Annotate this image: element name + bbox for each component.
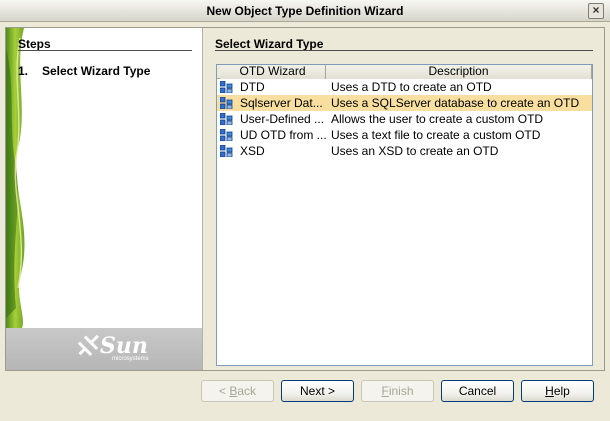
finish-mnemonic: F [381, 384, 389, 398]
table-row[interactable]: User-Defined ... Allows the user to crea… [217, 111, 592, 127]
table-header: OTD Wizard Description [217, 65, 592, 79]
wizard-name: DTD [240, 80, 265, 94]
step-label: Select Wizard Type [42, 64, 151, 78]
back-prefix: < [218, 384, 230, 398]
column-header-description[interactable]: Description [326, 65, 592, 79]
wizard-name: UD OTD from ... [240, 128, 326, 142]
finish-rest: inish [388, 384, 414, 398]
back-button[interactable]: < Back [201, 380, 274, 402]
otd-wizard-table[interactable]: OTD Wizard Description DTD Uses a DTD to… [216, 64, 593, 366]
help-mnemonic: H [545, 384, 554, 398]
close-button[interactable]: × [588, 3, 604, 19]
help-button[interactable]: Help [521, 380, 594, 402]
table-row[interactable]: DTD Uses a DTD to create an OTD [217, 79, 592, 95]
finish-button[interactable]: Finish [361, 380, 434, 402]
wizard-description: Uses a text file to create a custom OTD [331, 128, 541, 142]
next-button[interactable]: Next > [281, 380, 354, 402]
page-title: Select Wizard Type [215, 37, 324, 51]
step-item-select-wizard-type: 1. Select Wizard Type [18, 64, 150, 78]
column-header-otd-wizard[interactable]: OTD Wizard [220, 65, 326, 79]
cancel-button[interactable]: Cancel [441, 380, 514, 402]
table-row-selected[interactable]: Sqlserver Dat... Uses a SQLServer databa… [217, 95, 592, 111]
table-row[interactable]: XSD Uses an XSD to create an OTD [217, 143, 592, 159]
wizard-name: Sqlserver Dat... [240, 96, 323, 110]
close-icon[interactable]: × [592, 3, 599, 17]
wizard-description: Uses a DTD to create an OTD [331, 80, 492, 94]
steps-panel: Steps 1. Select Wizard Type Sun microsyst… [6, 28, 203, 370]
help-rest: elp [553, 384, 570, 398]
wizard-name: XSD [240, 144, 265, 158]
table-row[interactable]: UD OTD from ... Uses a text file to crea… [217, 127, 592, 143]
wizard-description: Uses an XSD to create an OTD [331, 144, 499, 158]
sun-logo-subtext: microsystems [112, 356, 149, 362]
wizard-description: Uses a SQLServer database to create an O… [331, 96, 580, 110]
wizard-content: Steps 1. Select Wizard Type Sun microsyst… [5, 27, 605, 371]
title-divider [215, 50, 593, 51]
button-bar: < Back Next > Finish Cancel Help [0, 372, 610, 421]
wizard-description: Allows the user to create a custom OTD [331, 112, 544, 126]
step-number: 1. [18, 64, 29, 78]
steps-divider [18, 50, 192, 51]
steps-heading: Steps [18, 37, 51, 51]
title-bar: New Object Type Definition Wizard × [0, 0, 610, 22]
table-rows: DTD Uses a DTD to create an OTD Sqlserve… [217, 79, 592, 159]
main-panel: Select Wizard Type OTD Wizard Descriptio… [204, 28, 604, 370]
wizard-name: User-Defined ... [240, 112, 325, 126]
window-title: New Object Type Definition Wizard [206, 4, 404, 18]
back-rest: ack [237, 384, 257, 398]
